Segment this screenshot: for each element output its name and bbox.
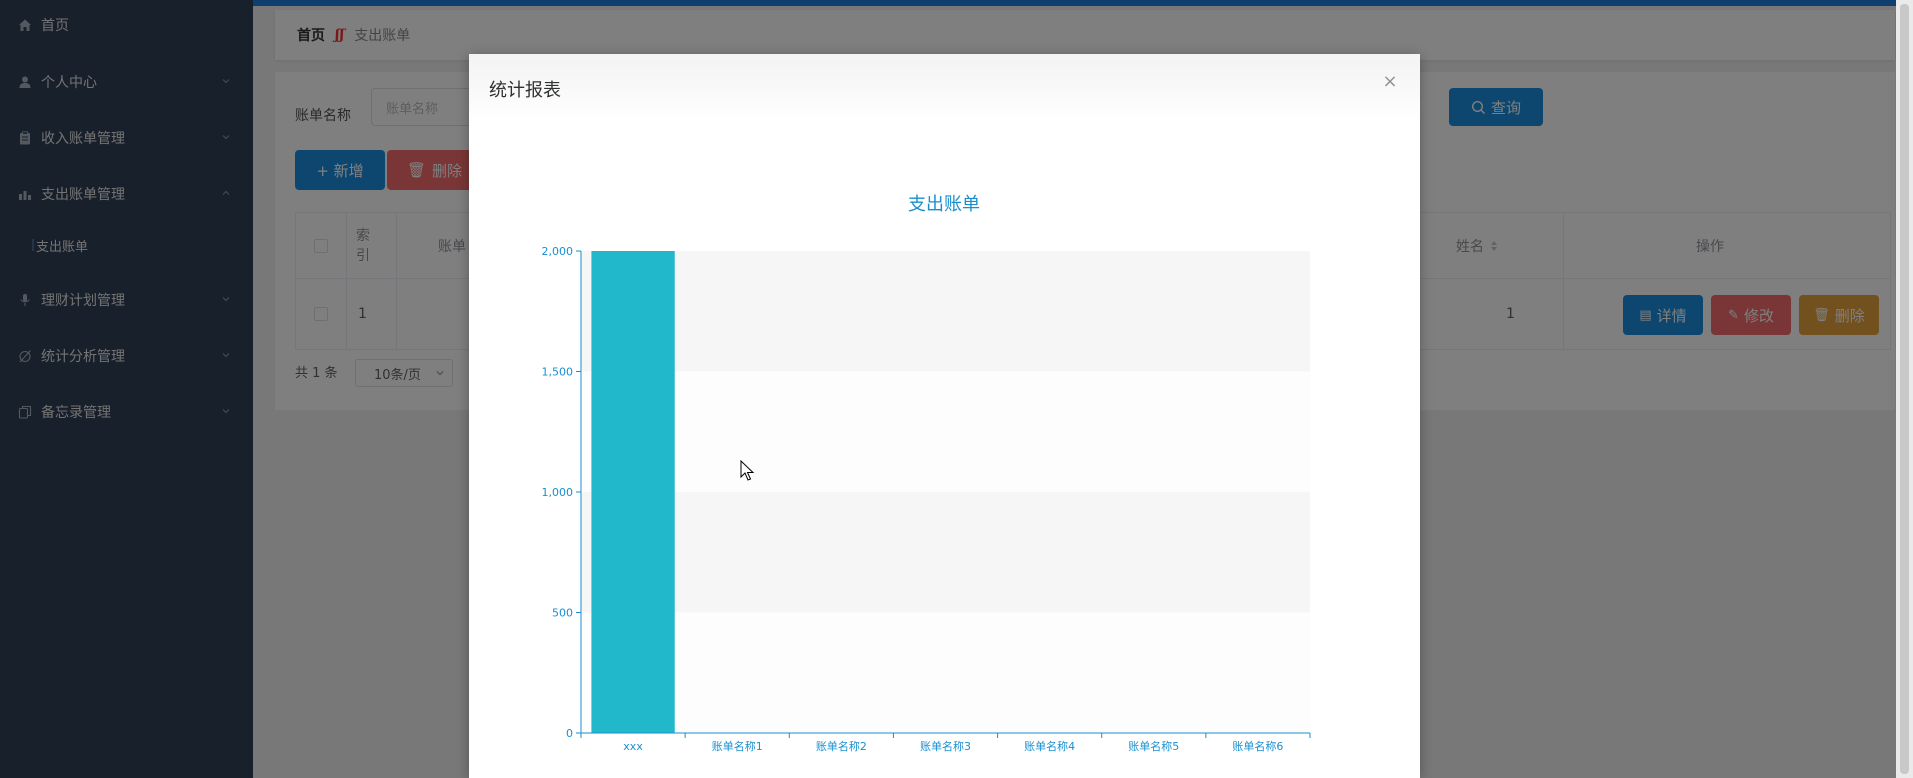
y-tick-label: 0 (566, 727, 573, 740)
y-tick-label: 1,500 (542, 366, 574, 379)
grid-band (581, 492, 1310, 613)
x-tick-label: 账单名称4 (1024, 739, 1075, 753)
grid-band (581, 371, 1310, 492)
grid-band (581, 251, 1310, 372)
y-tick-label: 2,000 (542, 245, 574, 258)
mouse-cursor-icon (740, 460, 755, 481)
statistics-dialog: 统计报表 × 支出账单 0 500 1,000 1,500 2,000 xxx 账单名称1 账… (469, 54, 1420, 778)
grid-band (581, 612, 1310, 733)
chart-title: 支出账单 (908, 194, 980, 215)
dialog-title: 统计报表 (489, 80, 561, 101)
page-scrollbar[interactable] (1896, 0, 1913, 778)
x-tick-label: 账单名称6 (1232, 739, 1283, 753)
x-tick-label: xxx (623, 740, 643, 753)
x-tick-label: 账单名称5 (1128, 739, 1179, 753)
y-tick-label: 500 (552, 607, 573, 620)
expense-bar-chart: 支出账单 0 500 1,000 1,500 2,000 xxx 账单名称1 账单名称2 账单名… (542, 194, 1311, 753)
y-tick-label: 1,000 (542, 486, 574, 499)
close-icon[interactable]: × (1382, 73, 1398, 91)
x-tick-label: 账单名称3 (920, 739, 971, 753)
x-tick-label: 账单名称1 (712, 739, 763, 753)
x-tick-label: 账单名称2 (816, 739, 867, 753)
chart-bar (591, 251, 675, 733)
dialog-header: 统计报表 × (469, 54, 1420, 124)
